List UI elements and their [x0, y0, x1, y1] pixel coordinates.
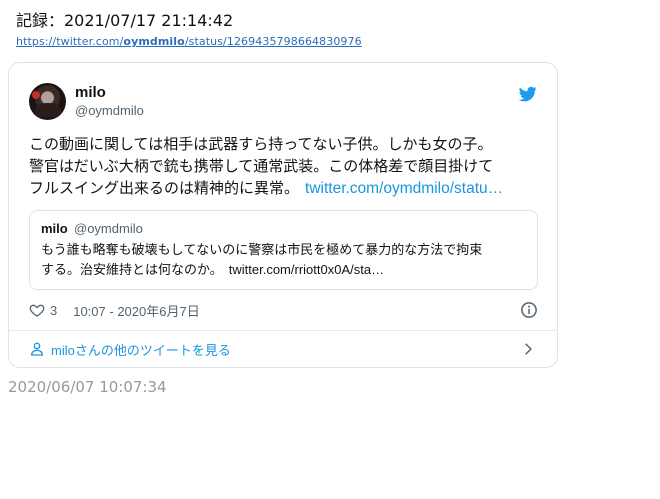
archived-timestamp: 2020/06/07 10:07:34 — [8, 378, 167, 396]
embedded-tweet-card: milo @oymdmilo この動画に関しては相手は武器すら持ってない子供。し… — [8, 62, 558, 368]
person-icon — [30, 342, 44, 356]
more-tweets-link[interactable]: miloさんの他のツイートを見る — [29, 340, 231, 358]
author-handle[interactable]: @oymdmilo — [75, 103, 144, 118]
like-count[interactable]: 3 — [50, 303, 57, 318]
quote-text: もう誰も略奪も破壊もしてないのに警察は市民を極めて暴力的な方法で拘束 する。治安… — [41, 241, 531, 280]
divider — [9, 330, 557, 331]
tweet-text: この動画に関しては相手は武器すら持ってない子供。しかも女の子。 警官はだいぶ大柄… — [29, 133, 539, 200]
tweet-inline-link[interactable]: twitter.com/oymdmilo/statu… — [305, 180, 503, 197]
tweet-meta: 3 10:07 - 2020年6月7日 — [29, 301, 200, 320]
quoted-tweet[interactable]: milo @oymdmilo もう誰も略奪も破壊もしてないのに警察は市民を極めて… — [29, 210, 538, 290]
url-prefix: https://twitter.com/ — [16, 35, 124, 48]
url-suffix: /status/1269435798664830976 — [184, 35, 362, 48]
record-header: 記録：2021/07/17 21:14:42 — [16, 11, 234, 30]
twitter-bird-icon[interactable] — [518, 85, 538, 103]
quote-author-handle: @oymdmilo — [74, 221, 143, 236]
quote-author-name: milo — [41, 221, 68, 236]
avatar[interactable] — [29, 83, 66, 120]
more-tweets-label: miloさんの他のツイートを見る — [51, 342, 231, 358]
info-icon[interactable] — [520, 301, 538, 319]
heart-icon[interactable] — [29, 302, 45, 318]
chevron-right-icon[interactable] — [521, 342, 535, 356]
quote-inline-link[interactable]: twitter.com/rriott0x0A/sta… — [229, 262, 384, 277]
tweet-timestamp[interactable]: 10:07 - 2020年6月7日 — [73, 301, 199, 320]
author-name[interactable]: milo — [75, 84, 106, 101]
tweet-url-link[interactable]: https://twitter.com/oymdmilo/status/1269… — [16, 35, 362, 49]
url-user: oymdmilo — [123, 35, 185, 48]
